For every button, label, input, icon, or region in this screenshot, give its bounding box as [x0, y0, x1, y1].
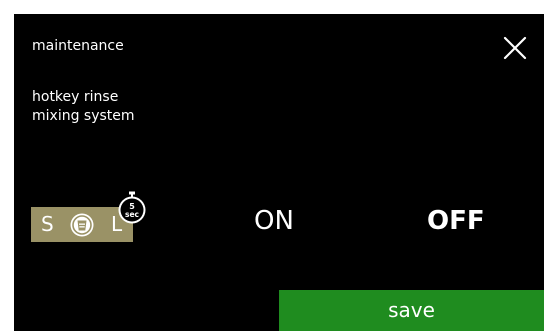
save-button[interactable]: save [279, 290, 544, 331]
setting-name-line1: hotkey rinse [32, 89, 119, 105]
setting-description: hotkey rinse mixing system [32, 88, 135, 126]
setting-name-line2: mixing system [32, 108, 135, 124]
stopwatch-icon: 5 sec [118, 191, 146, 224]
hotkey-small-label: S [41, 212, 54, 236]
page-title: maintenance [32, 38, 124, 54]
option-off[interactable]: OFF [427, 205, 485, 237]
close-icon [503, 36, 527, 60]
timer-unit: sec [125, 210, 139, 219]
maintenance-screen: maintenance hotkey rinse mixing system S… [14, 14, 544, 331]
close-button[interactable] [501, 34, 531, 64]
cup-icon [70, 213, 94, 237]
option-on[interactable]: ON [254, 205, 294, 237]
